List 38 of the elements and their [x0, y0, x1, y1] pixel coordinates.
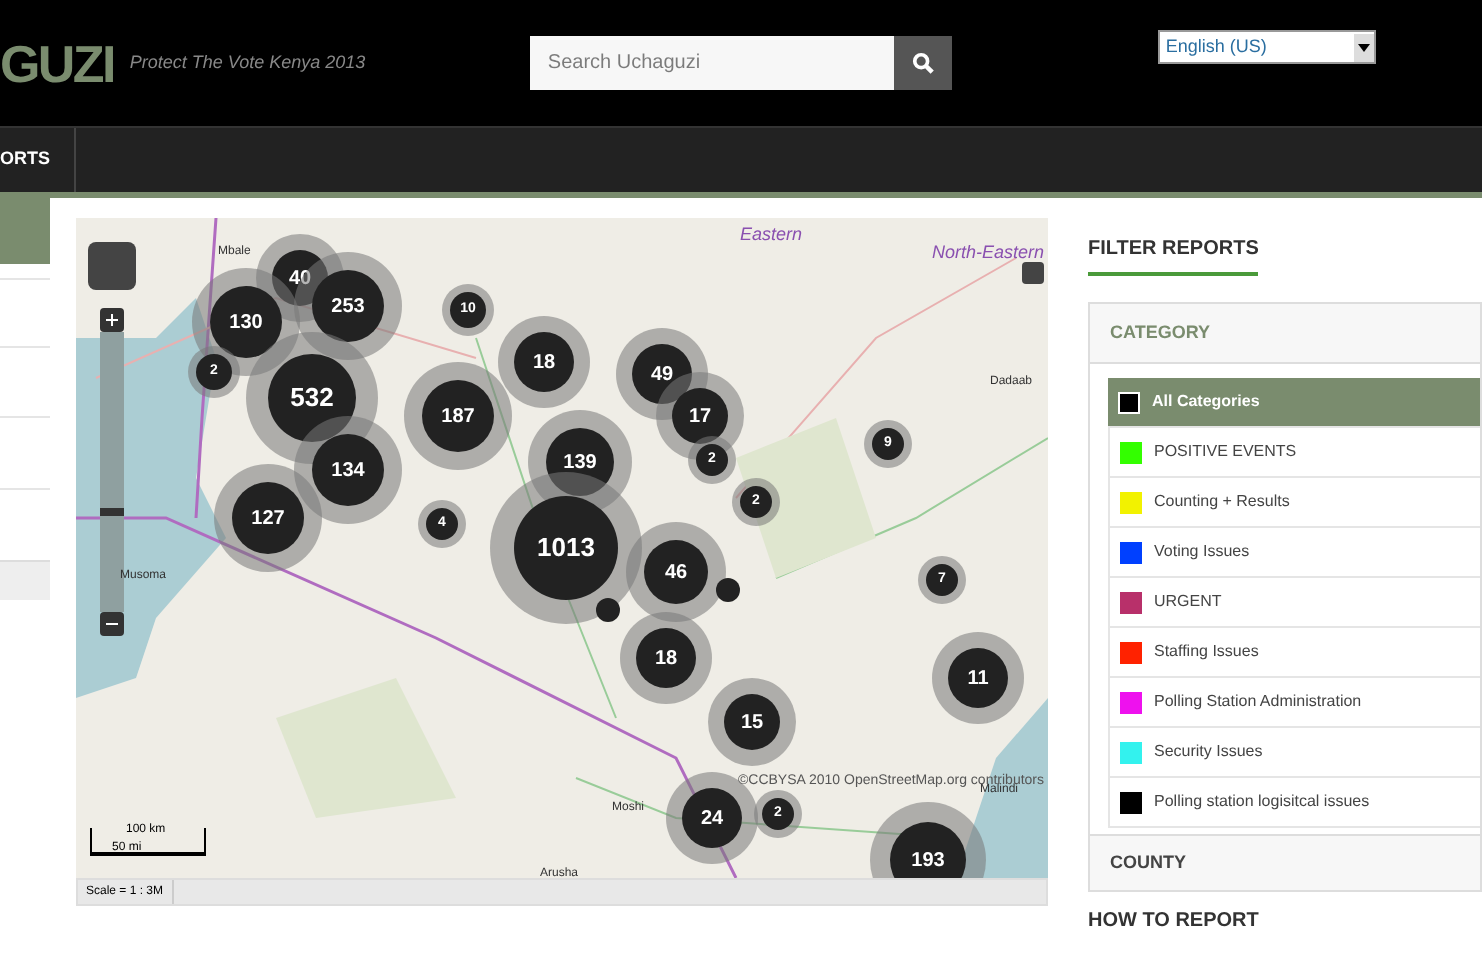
category-label: All Categories	[1152, 390, 1260, 414]
category-label: URGENT	[1154, 590, 1222, 614]
category-item[interactable]: POSITIVE EVENTS	[1108, 428, 1480, 478]
zoom-in-button[interactable]	[100, 308, 124, 332]
sidebar-strip	[0, 560, 50, 600]
place-label: North-Eastern	[932, 244, 1045, 262]
filter-title: FILTER REPORTS	[1088, 238, 1259, 276]
category-label: POSITIVE EVENTS	[1154, 440, 1297, 464]
category-item[interactable]: URGENT	[1108, 578, 1480, 628]
category-label: Staffing Issues	[1154, 640, 1259, 664]
category-item[interactable]: Polling station logisitcal issues	[1108, 778, 1480, 828]
search-button[interactable]	[893, 36, 952, 90]
nav-item[interactable]: ORTS	[0, 128, 77, 192]
category-item[interactable]: Voting Issues	[1108, 528, 1480, 578]
plus-icon	[106, 314, 118, 326]
category-item[interactable]: Security Issues	[1108, 728, 1480, 778]
category-label: Polling station logisitcal issues	[1154, 790, 1370, 814]
search-field[interactable]: Search Uchaguzi	[529, 36, 894, 90]
zoom-slider[interactable]	[100, 332, 124, 612]
category-item[interactable]: Counting + Results	[1108, 478, 1480, 528]
place-label: Eastern	[740, 226, 803, 244]
category-item[interactable]: All Categories	[1108, 378, 1480, 428]
search-icon	[911, 52, 934, 74]
language-select[interactable]: English (US)	[1157, 30, 1376, 64]
category-item[interactable]: Polling Station Administration	[1108, 678, 1480, 728]
category-label: Polling Station Administration	[1154, 690, 1362, 714]
category-item[interactable]: Staffing Issues	[1108, 628, 1480, 678]
category-label: Security Issues	[1154, 740, 1263, 764]
category-label: Voting Issues	[1154, 540, 1250, 564]
slider-handle[interactable]	[100, 508, 124, 517]
caret-icon	[1357, 43, 1370, 51]
minus-icon	[106, 618, 118, 630]
tagline: Protect The Vote Kenya 2013	[129, 49, 368, 76]
county-heading[interactable]: COUNTY	[1110, 849, 1186, 877]
zoom-out-button[interactable]	[100, 612, 124, 636]
category-label: Counting + Results	[1154, 490, 1290, 514]
how-to-report-heading: HOW TO REPORT	[1088, 910, 1261, 934]
site-logo[interactable]: GUZI	[0, 37, 114, 89]
